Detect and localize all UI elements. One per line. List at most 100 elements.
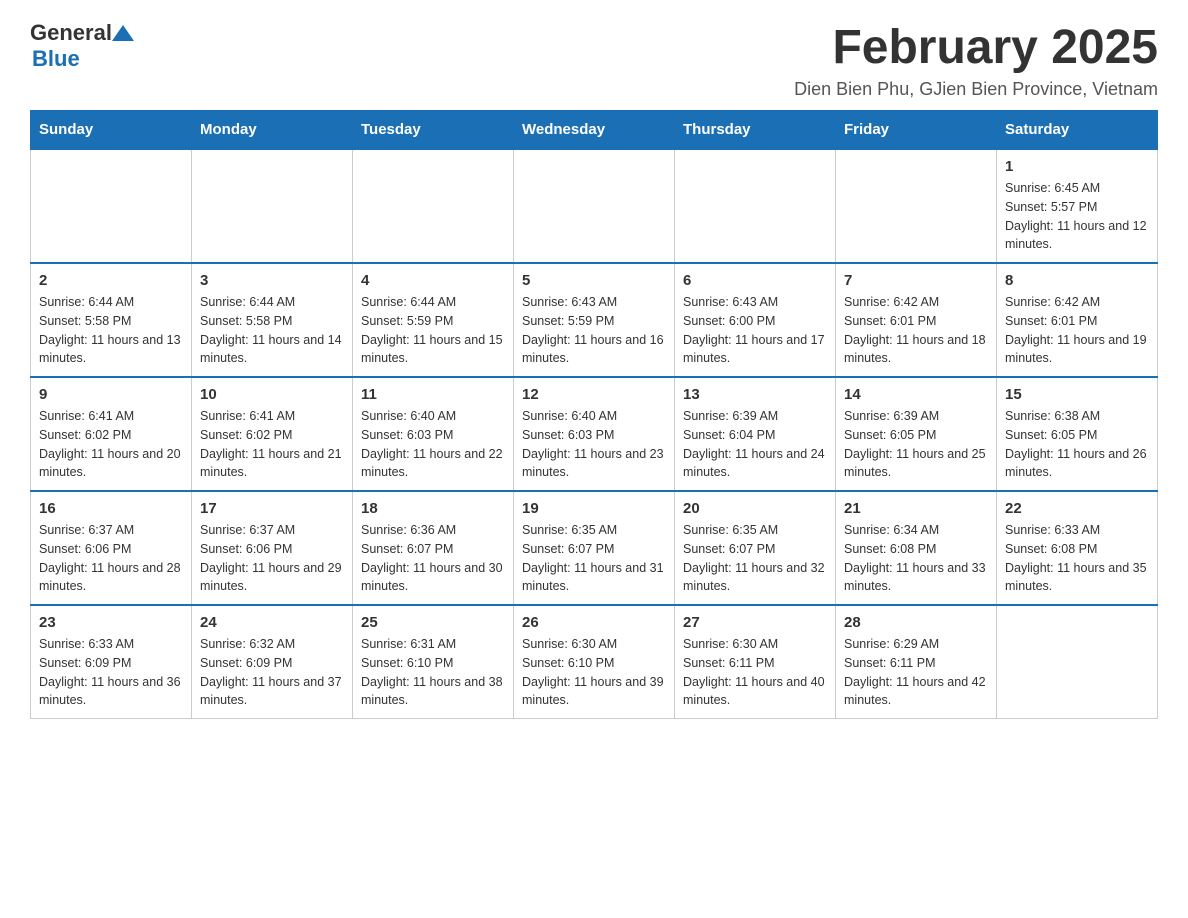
day-number: 1 [1005, 158, 1149, 175]
weekday-header-row: SundayMondayTuesdayWednesdayThursdayFrid… [31, 111, 1158, 150]
day-number: 4 [361, 272, 505, 289]
logo-general-text: General [30, 20, 112, 46]
day-info: Sunrise: 6:44 AMSunset: 5:58 PMDaylight:… [39, 293, 183, 368]
day-info: Sunrise: 6:42 AMSunset: 6:01 PMDaylight:… [844, 293, 988, 368]
calendar-cell: 6 Sunrise: 6:43 AMSunset: 6:00 PMDaylight… [675, 263, 836, 377]
calendar-cell: 22 Sunrise: 6:33 AMSunset: 6:08 PMDayligh… [997, 491, 1158, 605]
day-info: Sunrise: 6:36 AMSunset: 6:07 PMDaylight:… [361, 521, 505, 596]
page-header: General Blue February 2025 Dien Bien Phu… [30, 20, 1158, 100]
day-number: 15 [1005, 386, 1149, 403]
calendar-cell: 28 Sunrise: 6:29 AMSunset: 6:11 PMDayligh… [836, 605, 997, 719]
calendar-cell [514, 149, 675, 263]
day-info: Sunrise: 6:29 AMSunset: 6:11 PMDaylight:… [844, 635, 988, 710]
weekday-header-saturday: Saturday [997, 111, 1158, 150]
calendar-cell [675, 149, 836, 263]
calendar-cell [836, 149, 997, 263]
logo-triangle-icon [112, 23, 134, 43]
day-number: 17 [200, 500, 344, 517]
day-number: 5 [522, 272, 666, 289]
calendar-cell: 19 Sunrise: 6:35 AMSunset: 6:07 PMDayligh… [514, 491, 675, 605]
day-number: 11 [361, 386, 505, 403]
day-number: 6 [683, 272, 827, 289]
calendar-cell: 24 Sunrise: 6:32 AMSunset: 6:09 PMDayligh… [192, 605, 353, 719]
title-area: February 2025 Dien Bien Phu, GJien Bien … [794, 20, 1158, 100]
calendar-cell: 17 Sunrise: 6:37 AMSunset: 6:06 PMDayligh… [192, 491, 353, 605]
calendar-cell: 11 Sunrise: 6:40 AMSunset: 6:03 PMDayligh… [353, 377, 514, 491]
calendar-cell: 23 Sunrise: 6:33 AMSunset: 6:09 PMDayligh… [31, 605, 192, 719]
weekday-header-sunday: Sunday [31, 111, 192, 150]
calendar-cell [31, 149, 192, 263]
calendar-cell: 14 Sunrise: 6:39 AMSunset: 6:05 PMDayligh… [836, 377, 997, 491]
calendar-cell: 8Sunrise: 6:42 AMSunset: 6:01 PMDaylight… [997, 263, 1158, 377]
calendar-cell: 16 Sunrise: 6:37 AMSunset: 6:06 PMDayligh… [31, 491, 192, 605]
day-info: Sunrise: 6:32 AMSunset: 6:09 PMDaylight:… [200, 635, 344, 710]
location-subtitle: Dien Bien Phu, GJien Bien Province, Viet… [794, 79, 1158, 100]
calendar-week-3: 9 Sunrise: 6:41 AMSunset: 6:02 PMDaylight… [31, 377, 1158, 491]
calendar-cell: 5 Sunrise: 6:43 AMSunset: 5:59 PMDaylight… [514, 263, 675, 377]
day-info: Sunrise: 6:30 AMSunset: 6:11 PMDaylight:… [683, 635, 827, 710]
day-info: Sunrise: 6:43 AMSunset: 6:00 PMDaylight:… [683, 293, 827, 368]
day-info: Sunrise: 6:40 AMSunset: 6:03 PMDaylight:… [361, 407, 505, 482]
day-info: Sunrise: 6:33 AMSunset: 6:08 PMDaylight:… [1005, 521, 1149, 596]
day-number: 18 [361, 500, 505, 517]
calendar-cell: 25 Sunrise: 6:31 AMSunset: 6:10 PMDayligh… [353, 605, 514, 719]
day-info: Sunrise: 6:31 AMSunset: 6:10 PMDaylight:… [361, 635, 505, 710]
day-info: Sunrise: 6:37 AMSunset: 6:06 PMDaylight:… [39, 521, 183, 596]
calendar-cell: 13Sunrise: 6:39 AMSunset: 6:04 PMDayligh… [675, 377, 836, 491]
weekday-header-tuesday: Tuesday [353, 111, 514, 150]
calendar-cell: 15 Sunrise: 6:38 AMSunset: 6:05 PMDayligh… [997, 377, 1158, 491]
day-info: Sunrise: 6:34 AMSunset: 6:08 PMDaylight:… [844, 521, 988, 596]
day-number: 9 [39, 386, 183, 403]
day-info: Sunrise: 6:41 AMSunset: 6:02 PMDaylight:… [200, 407, 344, 482]
day-number: 23 [39, 614, 183, 631]
calendar-cell: 9 Sunrise: 6:41 AMSunset: 6:02 PMDaylight… [31, 377, 192, 491]
day-number: 14 [844, 386, 988, 403]
day-number: 19 [522, 500, 666, 517]
logo: General Blue [30, 20, 134, 72]
day-info: Sunrise: 6:37 AMSunset: 6:06 PMDaylight:… [200, 521, 344, 596]
calendar-cell: 20 Sunrise: 6:35 AMSunset: 6:07 PMDayligh… [675, 491, 836, 605]
day-number: 24 [200, 614, 344, 631]
day-info: Sunrise: 6:41 AMSunset: 6:02 PMDaylight:… [39, 407, 183, 482]
day-number: 12 [522, 386, 666, 403]
calendar-cell: 27 Sunrise: 6:30 AMSunset: 6:11 PMDayligh… [675, 605, 836, 719]
day-number: 7 [844, 272, 988, 289]
day-number: 25 [361, 614, 505, 631]
day-info: Sunrise: 6:38 AMSunset: 6:05 PMDaylight:… [1005, 407, 1149, 482]
calendar-cell: 2 Sunrise: 6:44 AMSunset: 5:58 PMDaylight… [31, 263, 192, 377]
day-info: Sunrise: 6:40 AMSunset: 6:03 PMDaylight:… [522, 407, 666, 482]
calendar-cell [997, 605, 1158, 719]
calendar-week-2: 2 Sunrise: 6:44 AMSunset: 5:58 PMDaylight… [31, 263, 1158, 377]
weekday-header-friday: Friday [836, 111, 997, 150]
day-number: 10 [200, 386, 344, 403]
calendar-table: SundayMondayTuesdayWednesdayThursdayFrid… [30, 110, 1158, 719]
logo-blue-text: Blue [32, 46, 80, 71]
day-info: Sunrise: 6:42 AMSunset: 6:01 PMDaylight:… [1005, 293, 1149, 368]
calendar-cell: 12 Sunrise: 6:40 AMSunset: 6:03 PMDayligh… [514, 377, 675, 491]
calendar-cell: 21 Sunrise: 6:34 AMSunset: 6:08 PMDayligh… [836, 491, 997, 605]
day-info: Sunrise: 6:39 AMSunset: 6:05 PMDaylight:… [844, 407, 988, 482]
calendar-cell: 7 Sunrise: 6:42 AMSunset: 6:01 PMDaylight… [836, 263, 997, 377]
day-info: Sunrise: 6:30 AMSunset: 6:10 PMDaylight:… [522, 635, 666, 710]
day-number: 16 [39, 500, 183, 517]
weekday-header-thursday: Thursday [675, 111, 836, 150]
day-info: Sunrise: 6:45 AMSunset: 5:57 PMDaylight:… [1005, 179, 1149, 254]
calendar-cell: 10 Sunrise: 6:41 AMSunset: 6:02 PMDayligh… [192, 377, 353, 491]
weekday-header-monday: Monday [192, 111, 353, 150]
day-number: 28 [844, 614, 988, 631]
weekday-header-wednesday: Wednesday [514, 111, 675, 150]
day-number: 2 [39, 272, 183, 289]
calendar-week-5: 23 Sunrise: 6:33 AMSunset: 6:09 PMDayligh… [31, 605, 1158, 719]
day-info: Sunrise: 6:43 AMSunset: 5:59 PMDaylight:… [522, 293, 666, 368]
calendar-cell: 18 Sunrise: 6:36 AMSunset: 6:07 PMDayligh… [353, 491, 514, 605]
calendar-cell: 3Sunrise: 6:44 AMSunset: 5:58 PMDaylight… [192, 263, 353, 377]
day-number: 20 [683, 500, 827, 517]
day-number: 27 [683, 614, 827, 631]
calendar-week-1: 1 Sunrise: 6:45 AMSunset: 5:57 PMDaylight… [31, 149, 1158, 263]
day-number: 21 [844, 500, 988, 517]
day-number: 22 [1005, 500, 1149, 517]
day-number: 26 [522, 614, 666, 631]
day-info: Sunrise: 6:33 AMSunset: 6:09 PMDaylight:… [39, 635, 183, 710]
day-info: Sunrise: 6:35 AMSunset: 6:07 PMDaylight:… [522, 521, 666, 596]
day-info: Sunrise: 6:35 AMSunset: 6:07 PMDaylight:… [683, 521, 827, 596]
